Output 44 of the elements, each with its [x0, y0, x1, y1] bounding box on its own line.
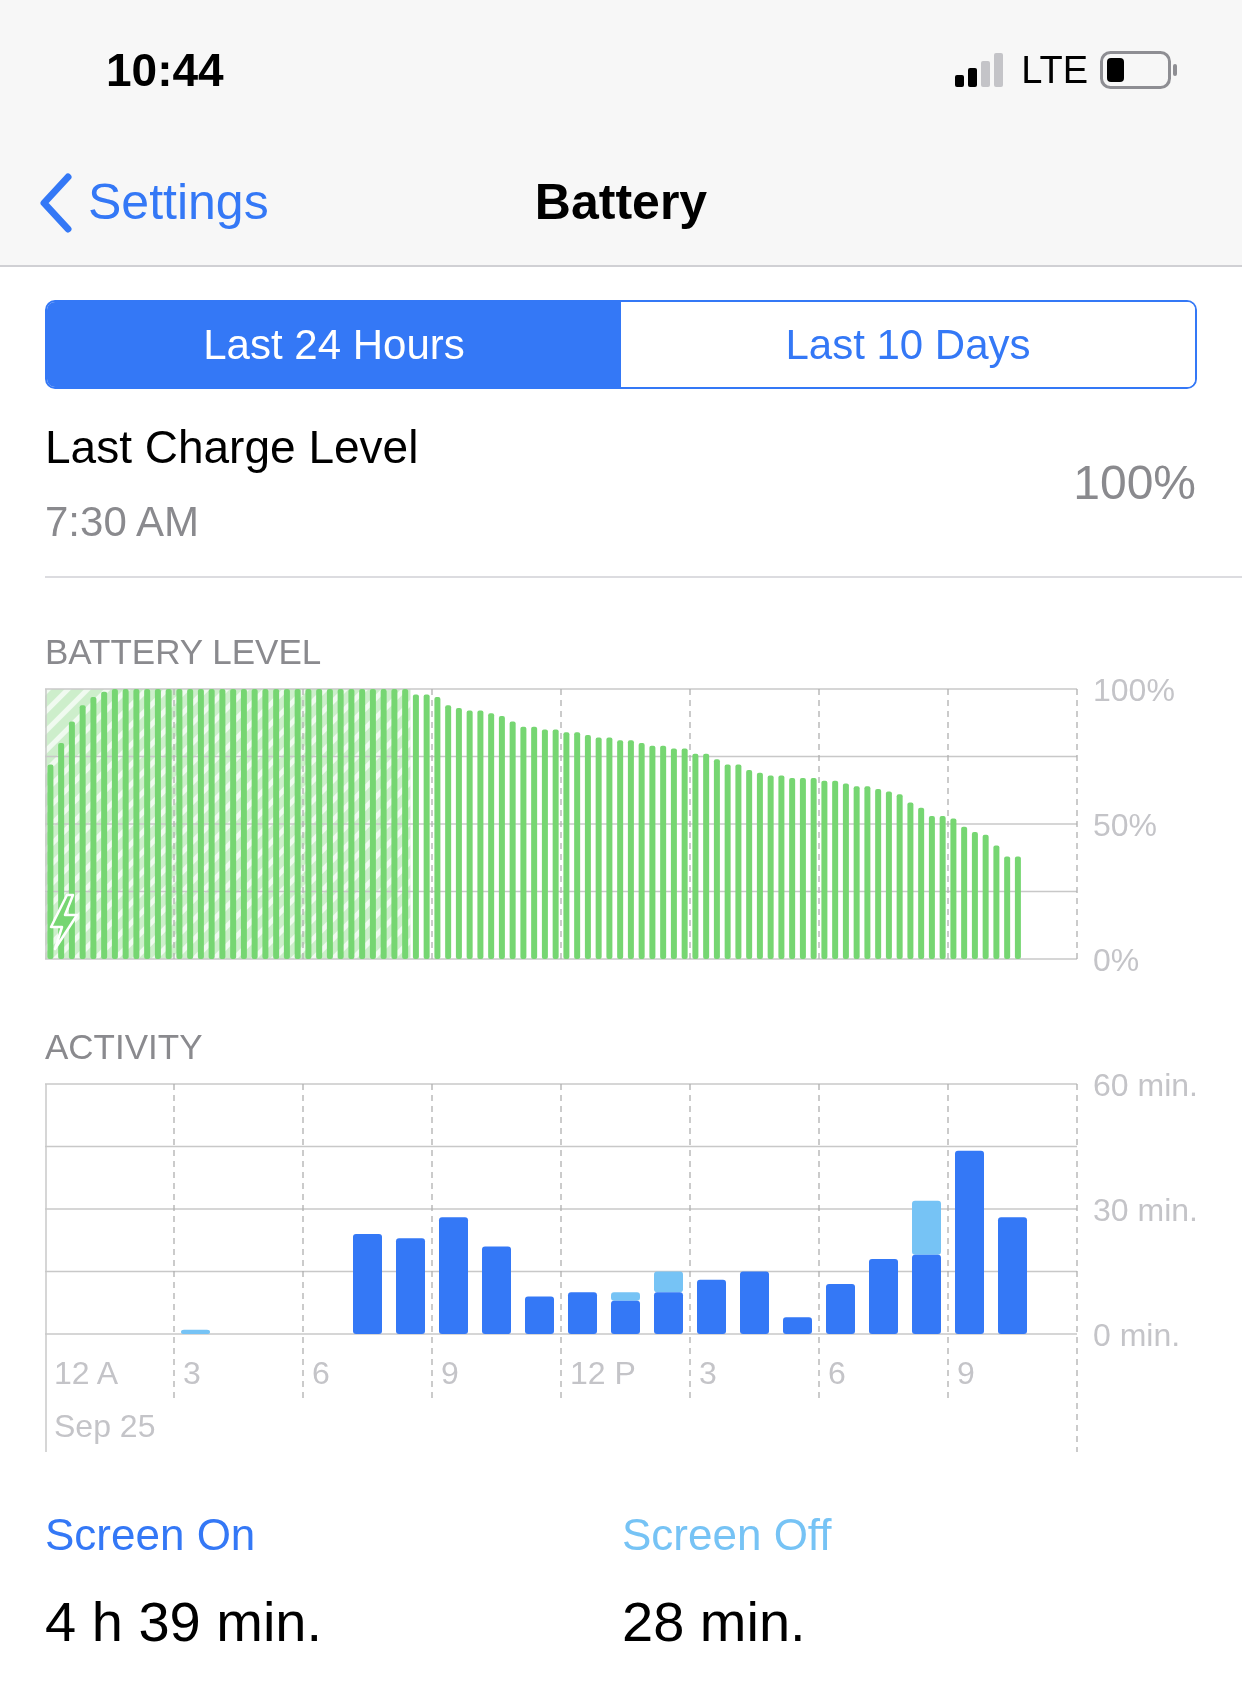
date-label: Sep 25 — [54, 1408, 156, 1444]
chevron-left-icon — [38, 172, 72, 233]
axis-label: 6 — [828, 1355, 846, 1391]
axis-label: 9 — [441, 1355, 459, 1391]
axis-label: 3 — [699, 1355, 717, 1391]
axis-label: 3 — [183, 1355, 201, 1391]
screen-on-bar — [568, 1292, 597, 1334]
back-button[interactable]: Settings — [0, 165, 269, 240]
axis-label: 60 min. — [1093, 1067, 1198, 1103]
screen-on-bar — [525, 1296, 554, 1334]
section-heading: BATTERY LEVEL — [45, 634, 323, 669]
screen-on-bar — [740, 1271, 769, 1334]
last-charge-time: 7:30 AM — [45, 496, 201, 547]
axis-label: 12 A — [54, 1355, 119, 1391]
screen-on-bar — [611, 1300, 640, 1334]
legend-label: Screen On — [45, 1509, 257, 1561]
segment-tab[interactable]: Last 24 Hours — [47, 302, 621, 387]
screen-on-bar — [697, 1279, 726, 1334]
battery-icon — [1100, 51, 1178, 89]
total-value: 28 min. — [622, 1589, 807, 1655]
section-heading: ACTIVITY — [45, 1029, 204, 1064]
screen-on-bar — [783, 1317, 812, 1334]
screen-on-bar — [826, 1284, 855, 1334]
lightning-icon — [49, 893, 79, 951]
axis-label: 50% — [1093, 807, 1158, 843]
legend-label: Screen Off — [622, 1509, 833, 1561]
axis-label: 0 min. — [1093, 1317, 1181, 1353]
status-time: 10:44 — [106, 42, 224, 98]
screen-off-bar — [912, 1200, 941, 1255]
axis-label: 9 — [957, 1355, 975, 1391]
axis-label: 6 — [312, 1355, 330, 1391]
axis-label: 30 min. — [1093, 1192, 1198, 1228]
screen-off-bar — [611, 1292, 640, 1301]
page-title: Battery — [534, 173, 708, 232]
screen-on-bar — [654, 1292, 683, 1334]
axis-label: 12 P — [570, 1355, 636, 1391]
total-value: 4 h 39 min. — [45, 1589, 324, 1655]
screen-off-bar — [181, 1329, 210, 1334]
axis-label: 100% — [1093, 672, 1175, 708]
screen-off-bar — [654, 1271, 683, 1293]
axis-label: 0% — [1093, 942, 1140, 977]
last-charge-value: 100% — [1073, 454, 1196, 511]
network-label: LTE — [1021, 47, 1088, 93]
last-charge-title: Last Charge Level — [45, 419, 419, 475]
